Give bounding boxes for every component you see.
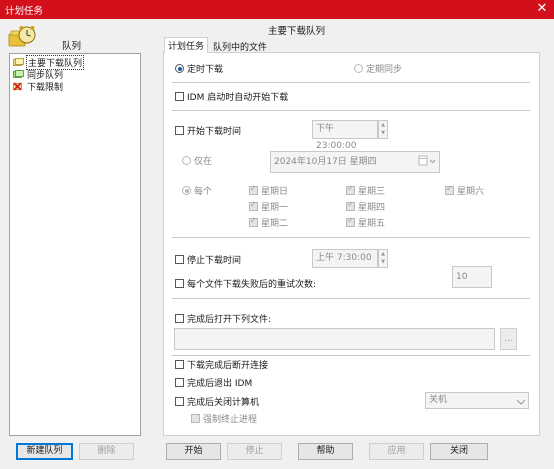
separator xyxy=(172,355,530,356)
stop-button[interactable]: 停止 xyxy=(227,443,282,460)
start-on-idm-label: IDM 启动时自动开始下载 xyxy=(187,93,289,103)
calendar-dropdown-icon[interactable] xyxy=(418,155,436,167)
day-checkbox-wed[interactable] xyxy=(346,184,355,195)
shutdown-label: 完成后关闭计算机 xyxy=(187,398,260,408)
queues-title: 队列 xyxy=(62,41,82,52)
start-time-spinner[interactable]: ▲ ▼ xyxy=(378,120,388,139)
day-label-sun: 星期日 xyxy=(261,187,289,197)
delete-queue-button[interactable]: 删除 xyxy=(79,443,134,460)
disconnect-checkbox[interactable] xyxy=(175,360,184,369)
start-time-field[interactable]: 下午 23:00:00 xyxy=(312,120,378,151)
stop-time-checkbox[interactable] xyxy=(175,255,184,264)
separator xyxy=(172,298,530,299)
retry-label: 每个文件下载失败后的重试次数: xyxy=(187,280,317,290)
every-label: 每个 xyxy=(194,187,213,197)
start-time-label: 开始下载时间 xyxy=(187,127,242,137)
periodic-sync-radio[interactable] xyxy=(354,64,363,73)
queue-item-label: 下载限制 xyxy=(27,82,64,93)
day-checkbox-thu[interactable] xyxy=(346,200,355,211)
every-radio[interactable] xyxy=(182,186,191,195)
stop-time-label: 停止下载时间 xyxy=(187,256,242,266)
start-time-checkbox[interactable] xyxy=(175,126,184,135)
close-button[interactable]: 关闭 xyxy=(430,443,488,460)
window-title: 计划任务 xyxy=(5,6,44,17)
day-checkbox-sun[interactable] xyxy=(249,184,258,195)
queue-item-sync[interactable]: 同步队列 xyxy=(13,68,63,81)
exit-idm-label: 完成后退出 IDM xyxy=(187,379,253,389)
retry-count-field[interactable]: 10 xyxy=(452,266,492,288)
tab-queue-files[interactable]: 队列中的文件 xyxy=(210,39,270,53)
shutdown-checkbox[interactable] xyxy=(175,397,184,406)
exit-idm-checkbox[interactable] xyxy=(175,378,184,387)
separator xyxy=(172,237,530,238)
download-limit-icon xyxy=(13,81,24,91)
scheduler-clock-icon xyxy=(8,24,36,48)
pane-title: 主要下载队列 xyxy=(268,26,326,37)
queue-list[interactable]: 主要下载队列 同步队列 下载限制 xyxy=(9,53,141,436)
separator xyxy=(172,110,530,111)
start-on-idm-checkbox[interactable] xyxy=(175,92,184,101)
force-kill-checkbox[interactable] xyxy=(191,414,200,423)
day-checkbox-tue[interactable] xyxy=(249,216,258,227)
day-label-sat: 星期六 xyxy=(457,187,485,197)
date-picker[interactable]: 2024年10月17日 星期四 xyxy=(270,151,440,173)
force-kill-label: 强制终止进程 xyxy=(203,415,258,425)
day-label-tue: 星期二 xyxy=(261,219,289,229)
apply-button[interactable]: 应用 xyxy=(369,443,424,460)
disconnect-label: 下载完成后断开连接 xyxy=(187,361,269,371)
open-after-checkbox[interactable] xyxy=(175,314,184,323)
tab-schedule[interactable]: 计划任务 xyxy=(164,37,209,53)
shutdown-mode-select[interactable]: 关机 xyxy=(425,392,529,409)
day-checkbox-mon[interactable] xyxy=(249,200,258,211)
day-label-thu: 星期四 xyxy=(358,203,386,213)
separator xyxy=(172,82,530,83)
browse-button[interactable]: ... xyxy=(500,328,517,350)
day-label-fri: 星期五 xyxy=(358,219,386,229)
queue-main-icon xyxy=(13,57,24,67)
timed-download-radio[interactable] xyxy=(175,64,184,73)
retry-checkbox[interactable] xyxy=(175,279,184,288)
close-icon[interactable]: ✕ xyxy=(535,1,549,17)
title-bar: 计划任务 ✕ xyxy=(0,0,554,19)
timed-download-label: 定时下载 xyxy=(187,65,224,75)
only-on-radio[interactable] xyxy=(182,156,191,165)
stop-time-field[interactable]: 上午 7:30:00 xyxy=(312,249,378,268)
day-checkbox-sat[interactable] xyxy=(445,184,454,195)
new-queue-button[interactable]: 新建队列 xyxy=(16,443,73,460)
queue-sync-icon xyxy=(13,69,24,79)
open-after-label: 完成后打开下列文件: xyxy=(187,315,272,325)
start-button[interactable]: 开始 xyxy=(166,443,221,460)
day-label-wed: 星期三 xyxy=(358,187,386,197)
open-file-path-field[interactable] xyxy=(174,328,495,350)
only-on-label: 仅在 xyxy=(194,157,213,167)
day-label-mon: 星期一 xyxy=(261,203,289,213)
periodic-sync-label: 定期同步 xyxy=(366,65,403,75)
stop-time-spinner[interactable]: ▲ ▼ xyxy=(378,249,388,268)
queue-item-limit[interactable]: 下载限制 xyxy=(13,80,64,93)
help-button[interactable]: 帮助 xyxy=(298,443,353,460)
day-checkbox-fri[interactable] xyxy=(346,216,355,227)
queue-item-main[interactable]: 主要下载队列 xyxy=(13,54,85,70)
chevron-down-icon xyxy=(516,398,526,405)
